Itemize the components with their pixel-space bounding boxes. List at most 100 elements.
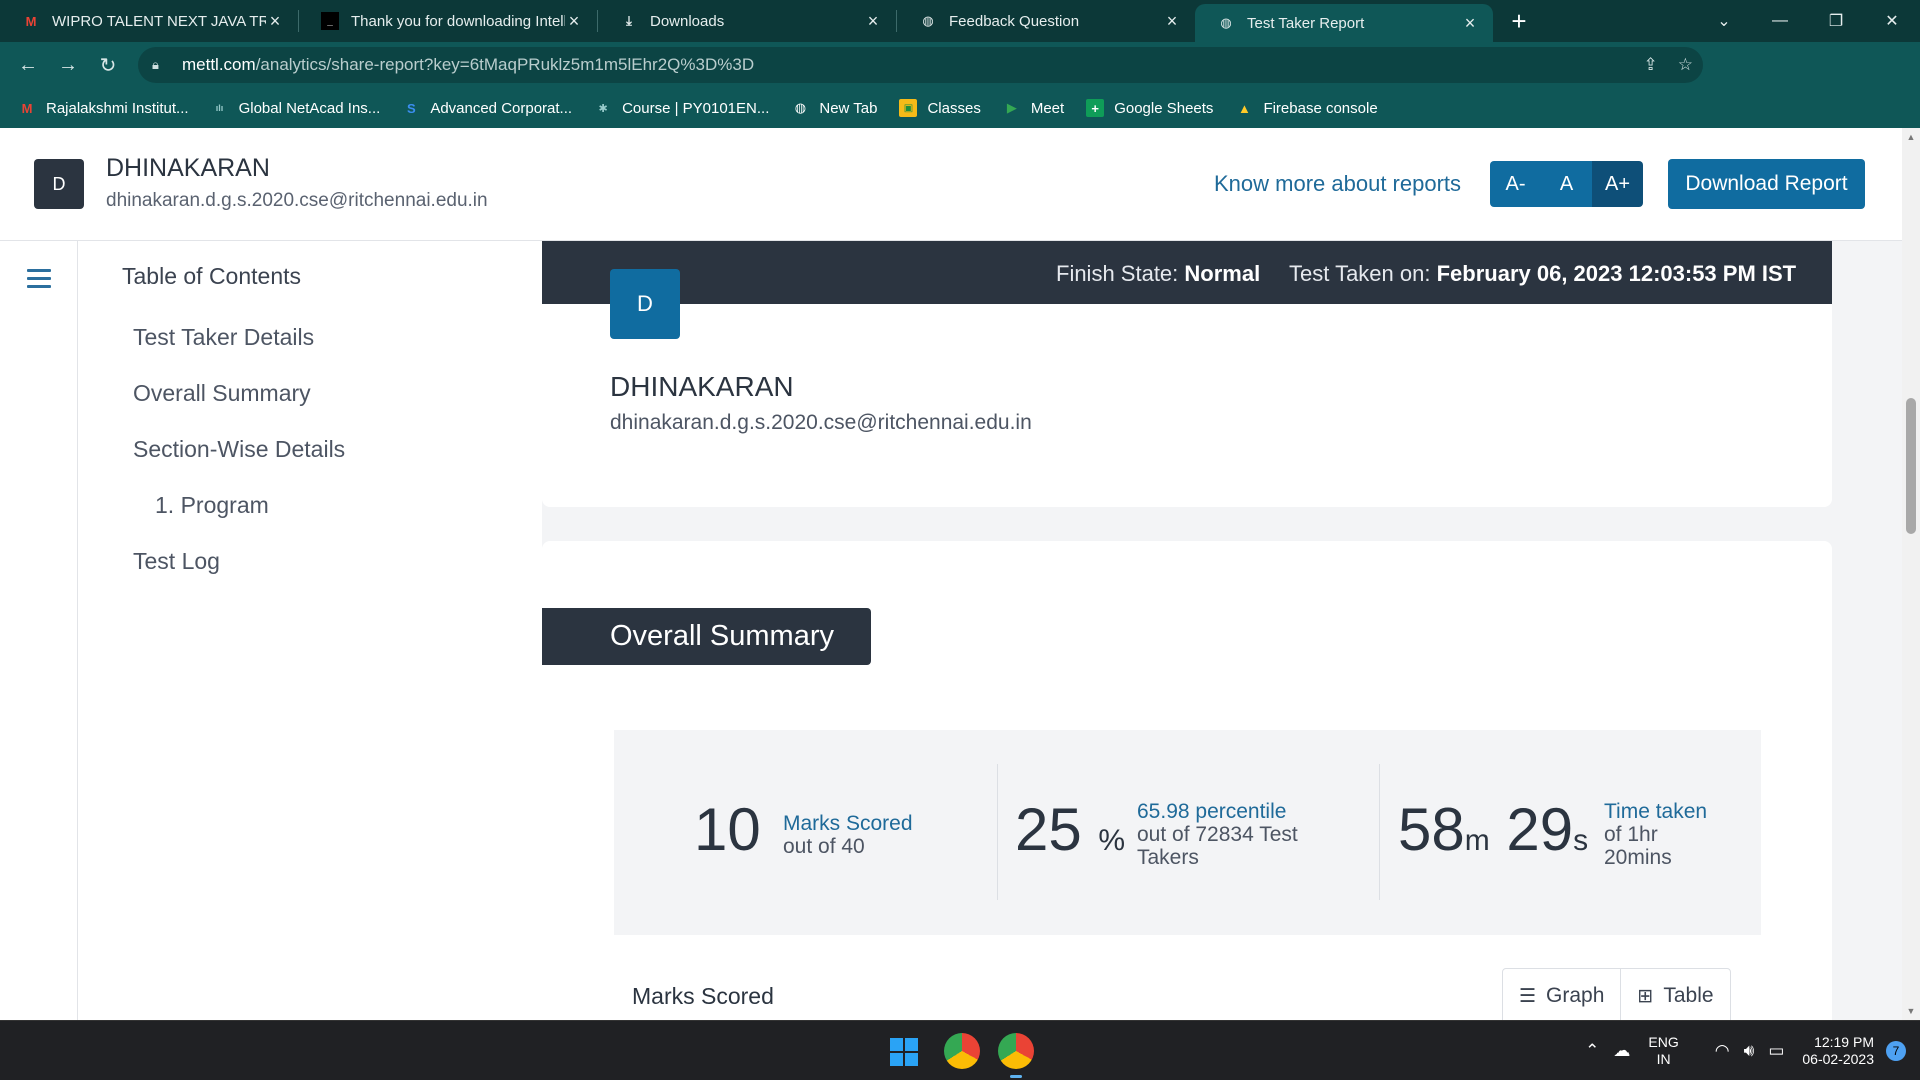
close-tab-icon[interactable]: × [565, 11, 583, 32]
url-host: mettl.com [182, 55, 256, 74]
tab-downloads[interactable]: ⤓ Downloads × [598, 0, 896, 42]
percentile-sub-line-1: out of 72834 Test [1137, 823, 1298, 846]
cisco-icon: ılı [215, 103, 224, 113]
toc-item-overall-summary[interactable]: Overall Summary [133, 380, 311, 407]
tab-intellij[interactable]: _ Thank you for downloading IntelliJ × [299, 0, 597, 42]
window-controls: ⌄ — ❐ ✕ [1696, 0, 1920, 42]
notification-badge[interactable]: 7 [1886, 1041, 1906, 1061]
globe-icon: ◍ [1220, 15, 1232, 30]
toc-item-test-taker-details[interactable]: Test Taker Details [133, 324, 314, 351]
chrome-profile-icon[interactable] [998, 1033, 1034, 1078]
windows-taskbar: ⌃ ☁ ENG IN ◠ 🔊︎ ▭ 12:19 PM 06-02-2023 7 [0, 1020, 1920, 1080]
gmail-icon: M [25, 13, 37, 29]
scroll-down-arrow-icon[interactable]: ▼ [1902, 1006, 1920, 1016]
classroom-icon: ▣ [899, 99, 918, 117]
new-tab-button[interactable]: + [1499, 6, 1539, 37]
page-scrollbar[interactable]: ▲ ▼ [1902, 128, 1920, 1020]
tab-title: Test Taker Report [1247, 14, 1365, 32]
percentile-sub-line-2: Takers [1137, 846, 1199, 869]
tab-title: Feedback Question [949, 12, 1080, 30]
url-bar[interactable]: 🔒︎ mettl.com/analytics/share-report?key=… [138, 47, 1703, 83]
clock-date: 06-02-2023 [1802, 1051, 1874, 1067]
forward-button[interactable]: → [48, 54, 88, 77]
close-window-button[interactable]: ✕ [1864, 11, 1920, 31]
bookmark-firebase[interactable]: ▲ Firebase console [1235, 99, 1378, 117]
battery-icon[interactable]: ▭ [1768, 1041, 1784, 1061]
bookmark-advanced-corporate[interactable]: S Advanced Corporat... [402, 99, 572, 117]
toc-item-program[interactable]: 1. Program [155, 492, 269, 519]
bookmark-label: Course | PY0101EN... [622, 99, 770, 117]
windows-start-icon[interactable] [890, 1038, 918, 1066]
bookmarks-bar: M Rajalakshmi Institut... ılı Global NetAc… [0, 88, 1920, 128]
close-tab-icon[interactable]: × [864, 11, 882, 32]
gmail-icon: M [21, 100, 33, 116]
font-normal-button[interactable]: A [1541, 161, 1592, 207]
close-tab-icon[interactable]: × [1461, 13, 1479, 34]
bookmark-rajalakshmi[interactable]: M Rajalakshmi Institut... [18, 99, 189, 117]
table-view-button[interactable]: ⊞ Table [1620, 969, 1729, 1020]
globe-icon: ◍ [922, 13, 934, 28]
close-tab-icon[interactable]: × [266, 11, 284, 32]
bookmark-course[interactable]: ✱ Course | PY0101EN... [594, 99, 769, 117]
know-more-link[interactable]: Know more about reports [1214, 171, 1461, 197]
bookmark-new-tab[interactable]: ◍ New Tab [791, 99, 878, 117]
close-tab-icon[interactable]: × [1163, 11, 1181, 32]
report-page: D DHINAKARAN dhinakaran.d.g.s.2020.cse@r… [0, 128, 1920, 1020]
firebase-icon: ▲ [1238, 100, 1251, 116]
tab-feedback[interactable]: ◍ Feedback Question × [897, 0, 1195, 42]
font-decrease-button[interactable]: A- [1490, 161, 1541, 207]
tab-title: Downloads [650, 12, 725, 30]
bookmark-label: Firebase console [1263, 99, 1378, 117]
wifi-icon[interactable]: ◠ [1715, 1041, 1730, 1061]
lock-icon[interactable]: 🔒︎ [152, 57, 166, 73]
tab-title: Thank you for downloading IntelliJ [351, 12, 565, 30]
download-report-button[interactable]: Download Report [1668, 159, 1865, 209]
marks-value: 10 [694, 796, 761, 863]
font-increase-button[interactable]: A+ [1592, 161, 1643, 207]
time-minutes-unit: m [1464, 824, 1490, 857]
list-icon: ☰ [1519, 985, 1537, 1007]
clock[interactable]: 12:19 PM 06-02-2023 [1802, 1034, 1874, 1069]
volume-icon[interactable]: 🔊︎ [1744, 1041, 1755, 1061]
toc-toggle-icon[interactable] [27, 269, 51, 293]
reload-button[interactable]: ↻ [88, 53, 128, 78]
scroll-up-arrow-icon[interactable]: ▲ [1902, 132, 1920, 142]
bookmark-star-icon[interactable]: ☆ [1678, 55, 1693, 75]
toc-item-test-log[interactable]: Test Log [133, 548, 220, 575]
tab-wipro[interactable]: M WIPRO TALENT NEXT JAVA TRAIN × [0, 0, 298, 42]
scrollbar-thumb[interactable] [1906, 398, 1916, 534]
stat-time: 58m 29s Time taken of 1hr 20mins [1379, 730, 1761, 935]
bookmark-label: Rajalakshmi Institut... [46, 99, 189, 117]
toc-item-section-wise-details[interactable]: Section-Wise Details [133, 436, 345, 463]
minimize-button[interactable]: — [1752, 12, 1808, 30]
lang-region: IN [1656, 1051, 1671, 1067]
back-button[interactable]: ← [8, 54, 48, 77]
language-indicator[interactable]: ENG IN [1648, 1034, 1678, 1069]
bookmark-meet[interactable]: ▶ Meet [1003, 99, 1064, 117]
bookmark-netacad[interactable]: ılı Global NetAcad Ins... [211, 99, 381, 117]
restore-button[interactable]: ❐ [1808, 11, 1864, 31]
time-seconds: 29 [1506, 796, 1574, 863]
tab-search-icon[interactable]: ⌄ [1696, 11, 1752, 31]
header-user-email: dhinakaran.d.g.s.2020.cse@ritchennai.edu… [106, 190, 488, 211]
marks-label: Marks Scored [783, 812, 913, 835]
tab-test-taker-report[interactable]: ◍ Test Taker Report × [1195, 4, 1493, 42]
summary-stats: 10 Marks Scored out of 40 25 % 65.98 per… [614, 730, 1761, 935]
test-info-banner: Finish State: Normal Test Taken on: Febr… [542, 241, 1832, 304]
stat-percentile: 25 % 65.98 percentile out of 72834 Test … [997, 730, 1380, 935]
onedrive-cloud-icon[interactable]: ☁ [1613, 1041, 1630, 1061]
overall-summary-heading: Overall Summary [542, 608, 871, 665]
meet-icon: ▶ [1006, 100, 1017, 115]
bookmark-label: Classes [927, 99, 981, 117]
graph-view-button[interactable]: ☰ Graph [1503, 969, 1620, 1020]
toc-title: Table of Contents [122, 263, 302, 289]
time-sub-line-2: 20mins [1604, 846, 1672, 869]
marks-scored-title: Marks Scored [632, 983, 774, 1009]
chevron-up-icon[interactable]: ⌃ [1585, 1041, 1599, 1061]
chrome-icon[interactable] [944, 1033, 980, 1069]
bookmark-sheets[interactable]: + Google Sheets [1086, 99, 1213, 117]
percent-number: 25 [1015, 796, 1082, 863]
share-icon[interactable]: ⇪ [1644, 55, 1658, 75]
side-rail [0, 241, 78, 1020]
bookmark-classes[interactable]: ▣ Classes [899, 99, 981, 117]
